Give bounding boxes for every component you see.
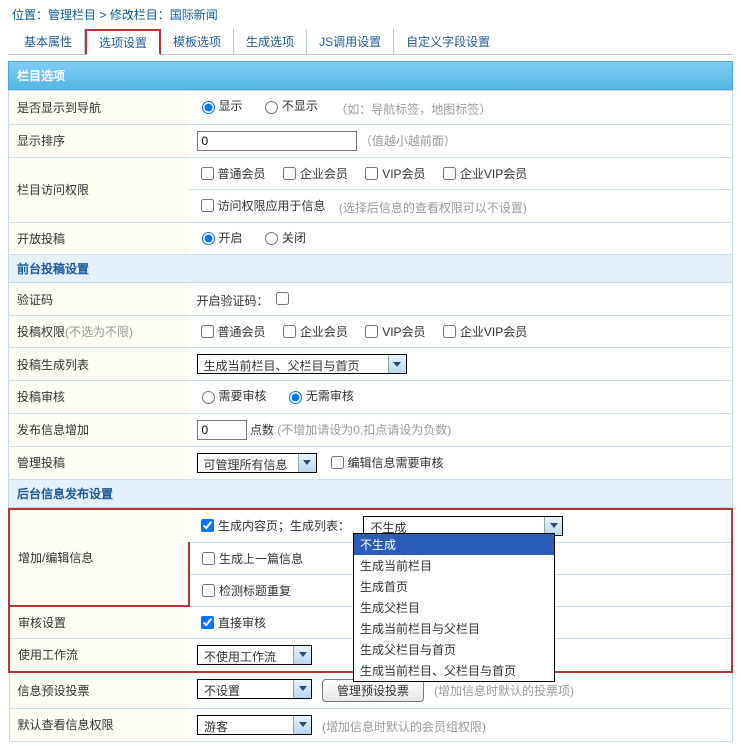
- select-manage[interactable]: 可管理所有信息: [197, 453, 317, 473]
- dropdown-opt-1[interactable]: 生成当前栏目: [354, 555, 554, 576]
- defperm-hint: (增加信息时默认的会员组权限): [322, 720, 486, 734]
- row-pub-label: 发布信息增加: [9, 413, 189, 446]
- radio-post-close[interactable]: 关闭: [260, 229, 306, 246]
- row-perm-label: 栏目访问权限: [9, 157, 189, 222]
- chk-pperm-corpvip[interactable]: 企业VIP会员: [439, 322, 527, 341]
- nav-hint: （如：导航标签，地图标签）: [335, 103, 491, 117]
- tabs: 基本属性 选项设置 模板选项 生成选项 JS调用设置 自定义字段设置: [8, 29, 733, 55]
- tab-custom[interactable]: 自定义字段设置: [394, 29, 502, 54]
- chk-pperm-normal[interactable]: 普通会员: [197, 322, 266, 341]
- row-edit-label: 增加/编辑信息: [9, 509, 189, 607]
- chevron-down-icon: [293, 646, 311, 664]
- section-frontend-post: 前台投稿设置: [8, 255, 733, 283]
- tab-generate[interactable]: 生成选项: [234, 29, 307, 54]
- chevron-down-icon: [293, 680, 311, 698]
- chk-direct-audit[interactable]: 直接审核: [197, 613, 266, 632]
- chk-perm-normal[interactable]: 普通会员: [197, 164, 266, 183]
- dropdown-opt-5[interactable]: 生成父栏目与首页: [354, 639, 554, 660]
- chk-gen-prev[interactable]: 生成上一篇信息: [198, 549, 303, 568]
- manage-vote-button[interactable]: 管理预设投票: [322, 679, 424, 702]
- chk-perm-apply[interactable]: 访问权限应用于信息: [197, 196, 326, 215]
- dropdown-opt-6[interactable]: 生成当前栏目、父栏目与首页: [354, 660, 554, 681]
- chk-captcha[interactable]: [276, 292, 289, 305]
- dropdown-genlist-popup: 不生成 生成当前栏目 生成首页 生成父栏目 生成当前栏目与父栏目 生成父栏目与首…: [353, 533, 555, 682]
- radio-nav-hide[interactable]: 不显示: [260, 97, 318, 114]
- dropdown-opt-3[interactable]: 生成父栏目: [354, 597, 554, 618]
- row-nav-label: 是否显示到导航: [9, 91, 189, 125]
- tab-basic[interactable]: 基本属性: [12, 29, 85, 54]
- select-defperm[interactable]: 游客: [197, 715, 312, 735]
- chk-perm-corpvip[interactable]: 企业VIP会员: [439, 164, 527, 183]
- order-input[interactable]: [197, 131, 357, 151]
- order-hint: （值越小越前面）: [360, 134, 456, 148]
- select-genlist[interactable]: 生成当前栏目、父栏目与首页: [197, 354, 407, 374]
- row-captcha-label: 验证码: [9, 283, 189, 316]
- section-backend-pub: 后台信息发布设置: [8, 480, 733, 508]
- chk-gen-content[interactable]: 生成内容页；生成列表：: [197, 516, 350, 535]
- chevron-down-icon: [388, 355, 406, 373]
- row-manage-label: 管理投稿: [9, 446, 189, 479]
- vote-hint: (增加信息时默认的投票项): [434, 684, 574, 698]
- chk-pperm-corp[interactable]: 企业会员: [279, 322, 348, 341]
- row-vote-label: 信息预设投票: [9, 672, 189, 709]
- chk-check-title[interactable]: 检测标题重复: [198, 581, 291, 600]
- chevron-down-icon: [298, 454, 316, 472]
- dropdown-opt-2[interactable]: 生成首页: [354, 576, 554, 597]
- dropdown-opt-0[interactable]: 不生成: [354, 534, 554, 555]
- chk-pperm-vip[interactable]: VIP会员: [361, 322, 425, 341]
- breadcrumb: 位置：管理栏目 > 修改栏目：国际新闻: [8, 4, 733, 29]
- chevron-down-icon: [293, 716, 311, 734]
- breadcrumb-link-1[interactable]: 管理栏目: [48, 8, 96, 22]
- tab-js[interactable]: JS调用设置: [307, 29, 394, 54]
- select-vote[interactable]: 不设置: [197, 679, 312, 699]
- row-pperm-label: 投稿权限(不选为不限): [9, 316, 189, 348]
- breadcrumb-link-2[interactable]: 修改栏目：国际新闻: [110, 8, 218, 22]
- radio-post-open[interactable]: 开启: [197, 229, 243, 246]
- pub-points-input[interactable]: [197, 420, 247, 440]
- row-audit2-label: 审核设置: [9, 606, 189, 638]
- row-workflow-label: 使用工作流: [9, 638, 189, 672]
- tab-options[interactable]: 选项设置: [85, 29, 161, 55]
- tab-template[interactable]: 模板选项: [161, 29, 234, 54]
- row-genlist-label: 投稿生成列表: [9, 348, 189, 381]
- chk-perm-vip[interactable]: VIP会员: [361, 164, 425, 183]
- radio-audit-noneed[interactable]: 无需审核: [284, 387, 354, 404]
- dropdown-opt-4[interactable]: 生成当前栏目与父栏目: [354, 618, 554, 639]
- select-workflow[interactable]: 不使用工作流: [197, 645, 312, 665]
- row-order-label: 显示排序: [9, 124, 189, 157]
- radio-audit-need[interactable]: 需要审核: [197, 387, 267, 404]
- radio-nav-show[interactable]: 显示: [197, 97, 243, 114]
- chk-perm-corp[interactable]: 企业会员: [279, 164, 348, 183]
- perm-hint: (选择后信息的查看权限可以不设置): [339, 201, 527, 215]
- row-post-label: 开放投稿: [9, 222, 189, 255]
- pub-hint: (不增加请设为0,扣点请设为负数): [277, 423, 451, 437]
- chk-edit-audit[interactable]: 编辑信息需要审核: [327, 453, 444, 472]
- row-audit-label: 投稿审核: [9, 381, 189, 414]
- row-defperm-label: 默认查看信息权限: [9, 708, 189, 741]
- breadcrumb-label: 位置：: [12, 8, 48, 22]
- section-column-options: 栏目选项: [8, 61, 733, 90]
